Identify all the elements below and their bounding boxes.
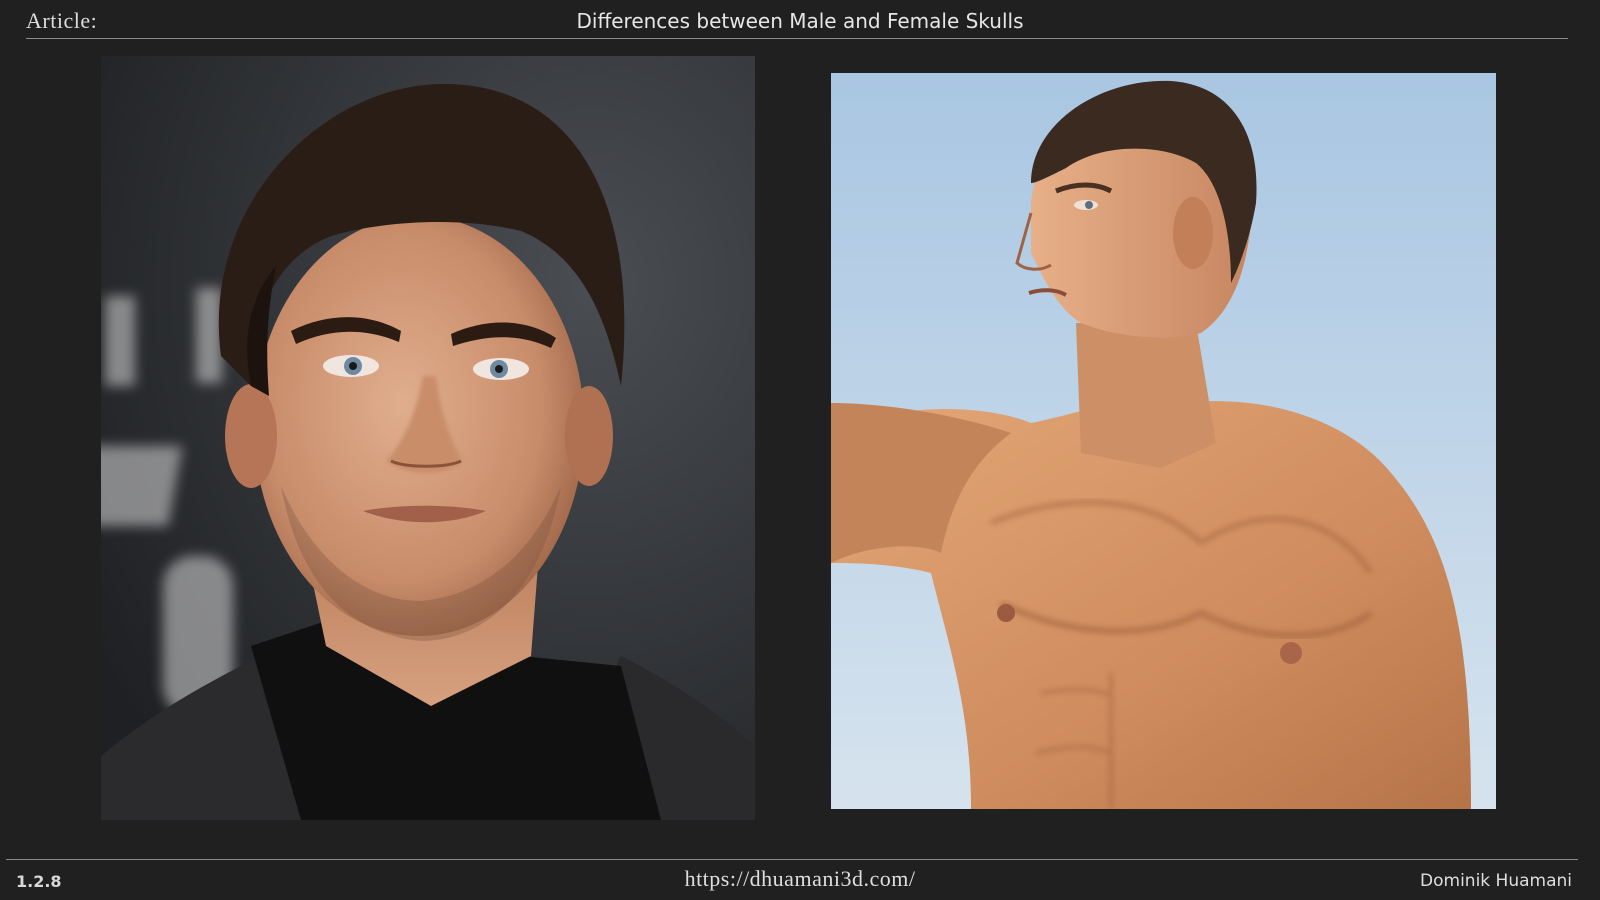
header-divider	[26, 38, 1568, 39]
male-torso-photo	[831, 73, 1496, 809]
page-title: Differences between Male and Female Skul…	[576, 9, 1024, 33]
author-name: Dominik Huamani	[1420, 871, 1572, 891]
male-portrait-photo	[101, 56, 755, 820]
footer-divider	[6, 859, 1578, 860]
website-url[interactable]: https://dhuamani3d.com/	[0, 866, 1600, 892]
